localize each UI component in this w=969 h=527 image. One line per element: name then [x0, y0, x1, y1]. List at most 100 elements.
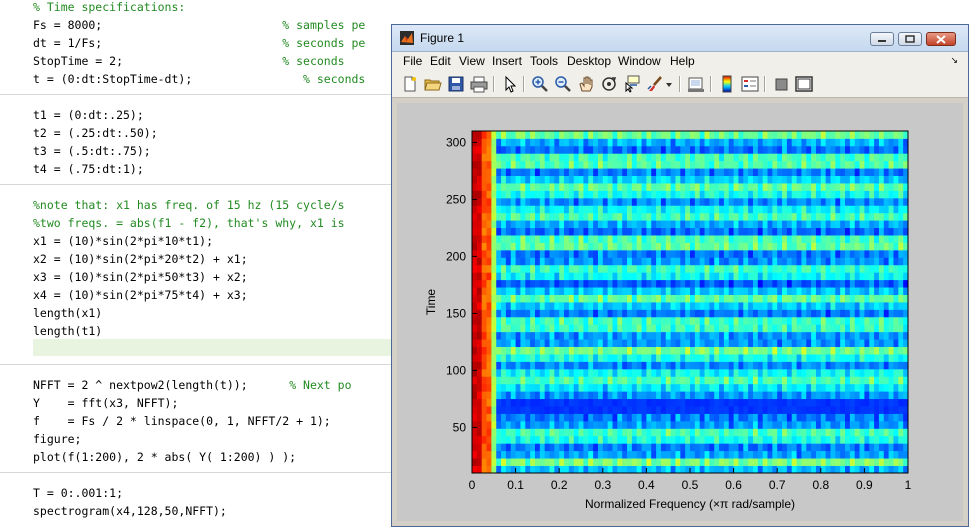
- code-line[interactable]: dt = 1/Fs; % seconds pe: [33, 34, 365, 52]
- open-file-icon[interactable]: [424, 75, 442, 93]
- heatmap-cell: [757, 361, 764, 370]
- zoom-out-icon[interactable]: [554, 75, 572, 93]
- heatmap-cell: [665, 450, 672, 459]
- heatmap-cell: [835, 383, 841, 392]
- title-bar[interactable]: Figure 1: [392, 25, 968, 52]
- heatmap-cell: [748, 227, 754, 236]
- menu-help[interactable]: Help: [670, 54, 695, 68]
- code-line[interactable]: t4 = (.75:dt:1);: [33, 160, 144, 178]
- menu-tools[interactable]: Tools: [530, 54, 558, 68]
- heatmap-cell: [573, 138, 579, 147]
- heatmap-cell: [670, 220, 676, 229]
- new-figure-icon[interactable]: [401, 75, 419, 93]
- heatmap-cell: [564, 205, 570, 214]
- code-line[interactable]: t3 = (.5:dt:.75);: [33, 142, 151, 160]
- code-line[interactable]: Y = fft(x3, NFFT);: [33, 394, 178, 412]
- menu-window[interactable]: Window: [618, 54, 661, 68]
- show-plot-tools-icon[interactable]: [795, 75, 813, 93]
- heatmap-cell: [869, 368, 875, 377]
- heatmap-cell: [835, 175, 841, 184]
- code-line[interactable]: T = 0:.001:1;: [33, 484, 123, 502]
- rotate-3d-icon[interactable]: [600, 75, 618, 93]
- code-line[interactable]: x4 = (10)*sin(2*pi*75*t4) + x3;: [33, 286, 248, 304]
- heatmap-cell: [612, 346, 618, 355]
- heatmap-cell: [680, 420, 686, 429]
- heatmap-cell: [476, 346, 483, 355]
- code-line[interactable]: f = Fs / 2 * linspace(0, 1, NFFT/2 + 1);: [33, 412, 331, 430]
- colorbar-icon[interactable]: [718, 75, 736, 93]
- heatmap-cell: [685, 331, 691, 340]
- menu-insert[interactable]: Insert: [492, 54, 522, 68]
- save-icon[interactable]: [447, 75, 465, 93]
- minimize-button[interactable]: [870, 32, 894, 46]
- code-line[interactable]: length(t1): [33, 322, 102, 340]
- code-line[interactable]: figure;: [33, 430, 81, 448]
- heatmap-cell: [525, 138, 531, 147]
- heatmap-cell: [515, 160, 521, 169]
- menu-file[interactable]: File: [403, 54, 422, 68]
- heatmap-cell: [815, 235, 822, 243]
- heatmap-cell: [820, 183, 827, 191]
- heatmap-cell: [496, 175, 502, 184]
- code-line[interactable]: NFFT = 2 ^ nextpow2(length(t)); % Next p…: [33, 376, 352, 394]
- code-line[interactable]: % Time specifications:: [33, 0, 185, 16]
- select-arrow-icon[interactable]: [501, 75, 519, 93]
- brush-icon[interactable]: [646, 75, 664, 93]
- heatmap-cell: [738, 168, 744, 176]
- code-line[interactable]: %two freqs. = abs(f1 - f2), that's why, …: [33, 214, 345, 232]
- heatmap-cell: [757, 279, 764, 288]
- code-line[interactable]: t1 = (0:dt:.25);: [33, 106, 144, 124]
- heatmap-cell: [593, 398, 599, 407]
- code-line[interactable]: t = (0:dt:StopTime-dt); % seconds: [33, 70, 365, 88]
- code-line[interactable]: plot(f(1:200), 2 * abs( Y( 1:200) ) );: [33, 448, 296, 466]
- heatmap-cell: [748, 212, 754, 221]
- link-plot-icon[interactable]: [687, 75, 705, 93]
- menu-view[interactable]: View: [459, 54, 485, 68]
- heatmap-cell: [622, 183, 628, 191]
- zoom-in-icon[interactable]: [531, 75, 549, 93]
- brush-dropdown-icon[interactable]: [665, 75, 673, 93]
- spectrogram-plot[interactable]: 0 0.1 0.2 0.3 0.4 0.5 0.6 0.7 0.8 0.9 1 5010015020…: [397, 103, 963, 521]
- heatmap-cell: [481, 309, 487, 318]
- heatmap-cell: [501, 331, 507, 340]
- figure-window[interactable]: Figure 1 File Edit View Insert Tools Des…: [391, 24, 969, 527]
- code-line[interactable]: x1 = (10)*sin(2*pi*10*t1);: [33, 232, 213, 250]
- heatmap-cell: [578, 316, 584, 325]
- heatmap-cell: [752, 242, 759, 251]
- menu-desktop[interactable]: Desktop: [567, 54, 611, 68]
- data-cursor-icon[interactable]: [623, 75, 641, 93]
- code-line[interactable]: t2 = (.25:dt:.50);: [33, 124, 158, 142]
- heatmap-cell: [796, 361, 802, 370]
- code-line[interactable]: x3 = (10)*sin(2*pi*50*t3) + x2;: [33, 268, 248, 286]
- heatmap-cell: [631, 420, 638, 429]
- menu-overflow-arrow[interactable]: ↘: [950, 55, 958, 66]
- menu-edit[interactable]: Edit: [430, 54, 451, 68]
- figure-canvas[interactable]: 0 0.1 0.2 0.3 0.4 0.5 0.6 0.7 0.8 0.9 1 50 100 150 20…: [397, 103, 963, 521]
- heatmap-cell: [549, 138, 555, 147]
- heatmap-cell: [680, 138, 686, 147]
- code-line[interactable]: Fs = 8000; % samples pe: [33, 16, 365, 34]
- code-line[interactable]: StopTime = 2; % seconds: [33, 52, 345, 70]
- code-text: t4 = (.75:dt:1);: [33, 162, 144, 176]
- maximize-button[interactable]: [898, 32, 922, 46]
- code-line[interactable]: length(x1): [33, 304, 102, 322]
- heatmap-cell: [631, 346, 638, 355]
- legend-icon[interactable]: [741, 75, 759, 93]
- heatmap-cell: [719, 339, 725, 347]
- heatmap-cell: [675, 346, 681, 355]
- heatmap-cell: [534, 443, 541, 452]
- heatmap-cell: [481, 324, 487, 333]
- code-line[interactable]: spectrogram(x4,128,50,NFFT);: [33, 502, 227, 520]
- heatmap-cell: [782, 346, 788, 355]
- heatmap-cell: [520, 160, 526, 169]
- pan-hand-icon[interactable]: [577, 75, 595, 93]
- heatmap-cell: [510, 249, 516, 258]
- print-icon[interactable]: [470, 75, 488, 93]
- heatmap-cell: [472, 316, 478, 325]
- code-line[interactable]: x2 = (10)*sin(2*pi*20*t2) + x1;: [33, 250, 248, 268]
- heatmap-cell: [825, 383, 831, 392]
- hide-plot-tools-icon[interactable]: [772, 75, 790, 93]
- close-button[interactable]: [926, 32, 956, 46]
- code-line[interactable]: %note that: x1 has freq. of 15 hz (15 cy…: [33, 196, 345, 214]
- heatmap-cell: [588, 450, 594, 459]
